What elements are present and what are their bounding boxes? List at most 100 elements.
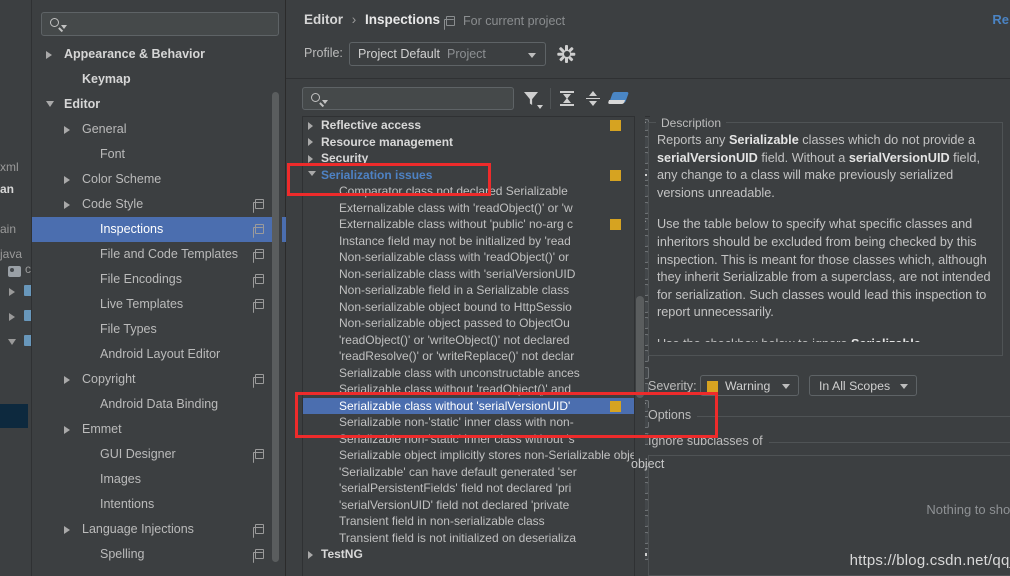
chevron-right-icon[interactable]: [308, 154, 313, 163]
sidebar-item-android-layout-editor[interactable]: Android Layout Editor: [32, 342, 286, 367]
sidebar-item-code-style[interactable]: Code Style: [32, 192, 286, 217]
inspection-row[interactable]: Serializable class without 'serialVersio…: [303, 397, 634, 414]
sidebar-item-keymap[interactable]: Keymap: [32, 67, 286, 92]
settings-search-input[interactable]: [41, 12, 279, 36]
inspection-row[interactable]: Non-serializable object passed to Object…: [303, 315, 634, 332]
chevron-right-icon[interactable]: [9, 313, 15, 321]
inspection-tree[interactable]: Reflective access Resource management Secu…: [303, 117, 634, 576]
settings-scrollbar-thumb[interactable]: [272, 92, 279, 562]
description-text: Use the table below to specify what spec…: [657, 217, 991, 320]
ignore-subclasses-label: Ignore subclasses of: [648, 434, 769, 448]
chevron-right-icon[interactable]: [64, 426, 70, 434]
chevron-right-icon[interactable]: [308, 138, 313, 146]
chevron-down-icon[interactable]: [8, 339, 16, 345]
profile-dropdown[interactable]: Project Default Project: [349, 42, 546, 66]
inspection-group-row[interactable]: TestNG: [303, 546, 634, 563]
sidebar-item-editor[interactable]: Editor: [32, 92, 286, 117]
sidebar-item-live-templates[interactable]: Live Templates: [32, 292, 286, 317]
settings-scrollbar-track[interactable]: [272, 46, 282, 562]
description-text: Use the checkbox below to ignore: [657, 337, 851, 342]
reset-link[interactable]: Re: [992, 12, 1009, 27]
sidebar-item-file-and-code-templates[interactable]: File and Code Templates: [32, 242, 286, 267]
sidebar-item-color-scheme[interactable]: Color Scheme: [32, 167, 286, 192]
sidebar-item-general[interactable]: General: [32, 117, 286, 142]
severity-color-swatch: [610, 120, 621, 131]
inspection-row[interactable]: 'readObject()' or 'writeObject()' not de…: [303, 332, 634, 349]
filter-icon: [524, 92, 538, 105]
inspection-row[interactable]: Non-serializable object bound to HttpSes…: [303, 299, 634, 316]
inspection-label: 'Serializable' can have default generate…: [339, 464, 577, 479]
inspection-group-row[interactable]: Reflective access: [303, 117, 634, 134]
inspection-row[interactable]: Instance field may not be initialized by…: [303, 233, 634, 250]
inspection-row[interactable]: Externalizable class without 'public' no…: [303, 216, 634, 233]
ignored-classes-table[interactable]: Nothing to show https://blog.csdn.net/qq…: [648, 455, 1010, 576]
inspection-row[interactable]: 'serialVersionUID' field not declared 'p…: [303, 497, 634, 514]
inspection-row[interactable]: 'Serializable' can have default generate…: [303, 464, 634, 481]
chevron-right-icon[interactable]: [9, 288, 15, 296]
settings-tree[interactable]: Appearance & Behavior Keymap Editor General…: [32, 42, 286, 576]
sidebar-item-images[interactable]: Images: [32, 467, 286, 492]
inspection-label: Non-serializable class with 'serialVersi…: [339, 266, 576, 281]
chevron-down-icon[interactable]: [46, 101, 54, 107]
inspection-row[interactable]: Non-serializable field in a Serializable…: [303, 282, 634, 299]
expand-all-button[interactable]: [556, 88, 578, 109]
inspection-row[interactable]: Serializable object implicitly stores no…: [303, 447, 634, 464]
scope-dropdown[interactable]: In All Scopes: [809, 375, 917, 396]
sidebar-item-copyright[interactable]: Copyright: [32, 367, 286, 392]
sidebar-item-inspections[interactable]: Inspections: [32, 217, 286, 242]
sidebar-item-file-types[interactable]: File Types: [32, 317, 286, 342]
inspection-group-row[interactable]: Resource management: [303, 134, 634, 151]
chevron-right-icon[interactable]: [46, 51, 52, 59]
collapse-all-button[interactable]: [582, 88, 604, 109]
inspection-scrollbar-thumb[interactable]: [636, 296, 644, 398]
inspection-row[interactable]: Serializable class without 'readObject()…: [303, 381, 634, 398]
chevron-right-icon[interactable]: [64, 526, 70, 534]
inspection-row[interactable]: Non-serializable class with 'serialVersi…: [303, 266, 634, 283]
gear-icon[interactable]: [557, 44, 576, 63]
chevron-right-icon[interactable]: [308, 550, 313, 559]
sidebar-item-file-encodings[interactable]: File Encodings: [32, 267, 286, 292]
breadcrumb-root[interactable]: Editor: [304, 12, 343, 27]
project-file-label: java: [0, 247, 23, 261]
inspection-label: Externalizable class with 'readObject()'…: [339, 200, 573, 215]
sidebar-item-language-injections[interactable]: Language Injections: [32, 517, 286, 542]
inspection-row[interactable]: Comparator class not declared Serializab…: [303, 183, 634, 200]
sidebar-item-intentions[interactable]: Intentions: [32, 492, 286, 517]
breadcrumb: Editor › Inspections: [304, 12, 440, 27]
chevron-right-icon[interactable]: [64, 376, 70, 384]
severity-dropdown[interactable]: Warning: [700, 375, 799, 396]
inspection-row[interactable]: Serializable non-'static' inner class wi…: [303, 414, 634, 431]
inspection-row[interactable]: Serializable non-'static' inner class wi…: [303, 431, 634, 448]
inspection-row[interactable]: Transient field in non-serializable clas…: [303, 513, 634, 530]
copy-icon: [253, 549, 264, 563]
sidebar-item-appearance-behavior[interactable]: Appearance & Behavior: [32, 42, 286, 67]
filter-button[interactable]: [521, 88, 543, 109]
inspection-search-input[interactable]: [302, 87, 514, 110]
inspection-row[interactable]: Externalizable class with 'readObject()'…: [303, 200, 634, 217]
sidebar-item-gui-designer[interactable]: GUI Designer: [32, 442, 286, 467]
inspection-row[interactable]: Non-serializable class with 'readObject(…: [303, 249, 634, 266]
inspection-label: Non-serializable object passed to Object…: [339, 316, 570, 330]
inspection-label: Serializable non-'static' inner class wi…: [339, 415, 574, 429]
inspection-label: 'readObject()' or 'writeObject()' not de…: [339, 332, 570, 347]
chevron-right-icon[interactable]: [308, 121, 313, 130]
sidebar-item-label: File Encodings: [100, 272, 182, 286]
inspection-row[interactable]: Transient field is not initialized on de…: [303, 530, 634, 547]
inspection-label: Serializable non-'static' inner class wi…: [339, 431, 575, 446]
inspection-row[interactable]: Serializable class with unconstructable …: [303, 365, 634, 382]
sidebar-item-android-data-binding[interactable]: Android Data Binding: [32, 392, 286, 417]
chevron-right-icon[interactable]: [64, 201, 70, 209]
inspection-row[interactable]: 'serialPersistentFields' field not decla…: [303, 480, 634, 497]
sidebar-item-spelling[interactable]: Spelling: [32, 542, 286, 567]
chevron-down-icon[interactable]: [308, 171, 316, 176]
chevron-right-icon[interactable]: [64, 176, 70, 184]
chevron-down-icon: [528, 53, 536, 58]
sidebar-item-font[interactable]: Font: [32, 142, 286, 167]
watermark: https://blog.csdn.net/qq_44753071: [849, 552, 1010, 569]
inspection-group-row[interactable]: Security: [303, 150, 634, 167]
inspection-group-row[interactable]: Serialization issues: [303, 167, 634, 184]
chevron-right-icon[interactable]: [64, 126, 70, 134]
sidebar-item-emmet[interactable]: Emmet: [32, 417, 286, 442]
inspection-row[interactable]: 'readResolve()' or 'writeReplace()' not …: [303, 348, 634, 365]
reset-inspections-button[interactable]: [608, 88, 630, 109]
